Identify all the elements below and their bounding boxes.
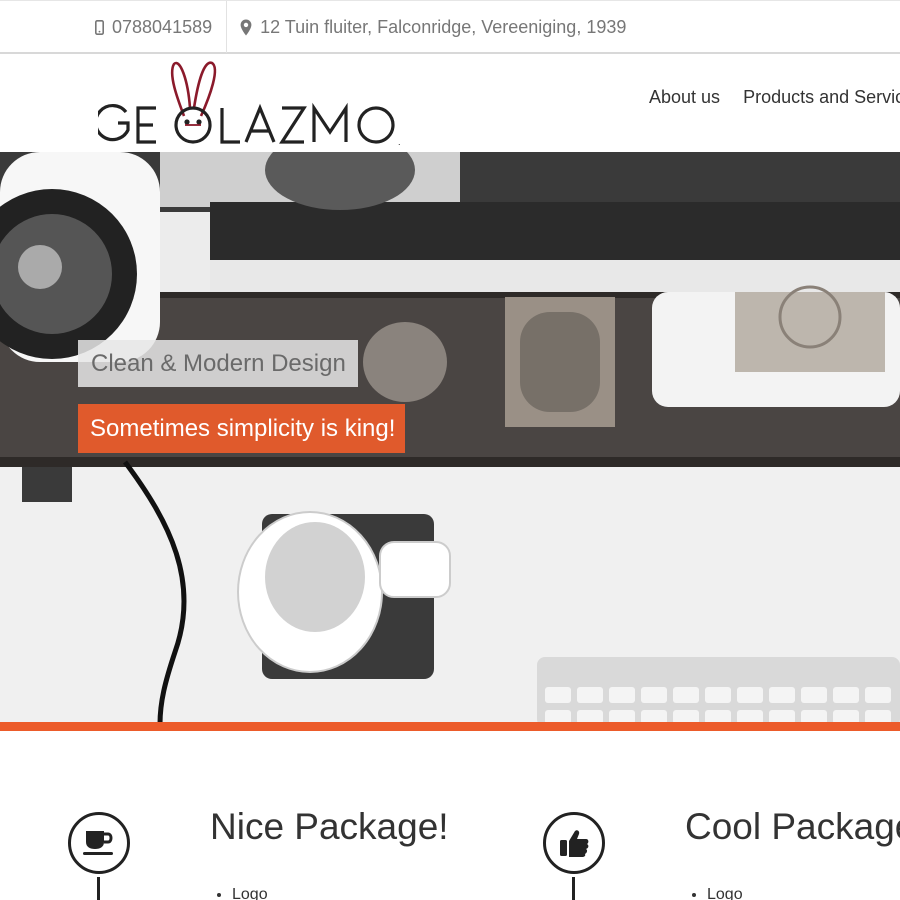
package-cool: Cool Package Logo	[450, 800, 900, 900]
package-features: Logo	[707, 886, 743, 900]
main-header: . About us Products and Services	[0, 54, 900, 152]
contact-topbar: 0788041589 12 Tuin fluiter, Falconridge,…	[0, 0, 900, 54]
phone-number: 0788041589	[112, 16, 213, 37]
package-title: Cool Package	[685, 806, 900, 847]
hero-caption-primary: Clean & Modern Design	[78, 340, 358, 387]
hero-caption-secondary: Sometimes simplicity is king!	[78, 404, 405, 453]
package-nice: Nice Package! Logo	[0, 800, 450, 900]
list-item: Logo	[232, 886, 268, 900]
logo-graphic: .	[94, 61, 401, 147]
nav-products-services[interactable]: Products and Services	[743, 87, 900, 108]
package-stem	[97, 877, 100, 900]
nav-about-us[interactable]: About us	[649, 87, 720, 108]
mobile-phone-icon	[95, 19, 104, 35]
list-item: Logo	[707, 886, 743, 900]
thumbs-up-icon	[543, 812, 605, 874]
contact-address[interactable]: 12 Tuin fluiter, Falconridge, Vereenigin…	[227, 1, 626, 53]
svg-text:.: .	[398, 137, 401, 146]
package-stem	[572, 877, 575, 900]
hero-accent-bar	[0, 722, 900, 731]
brand-logo[interactable]: .	[94, 60, 418, 147]
contact-phone[interactable]: 0788041589	[95, 1, 228, 53]
address-text: 12 Tuin fluiter, Falconridge, Vereenigin…	[260, 16, 627, 37]
main-nav: About us Products and Services	[649, 87, 900, 108]
map-marker-icon	[240, 19, 252, 36]
package-features: Logo	[232, 886, 268, 900]
package-title: Nice Package!	[210, 806, 449, 847]
coffee-cup-icon	[68, 812, 130, 874]
